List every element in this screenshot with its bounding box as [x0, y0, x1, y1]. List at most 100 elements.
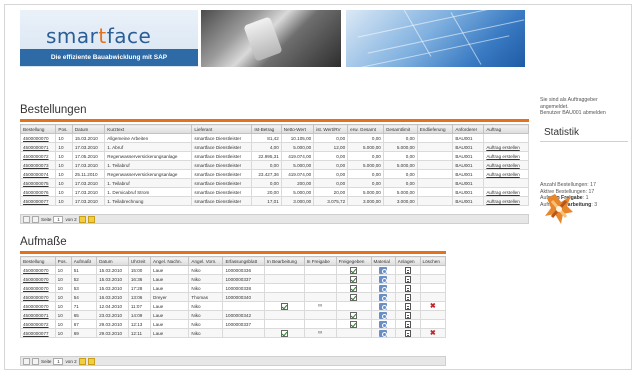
first-page-button[interactable] [23, 357, 30, 365]
column-header[interactable]: Material [370, 256, 396, 266]
column-header[interactable]: Angel. Vorn. [188, 256, 224, 266]
table-cell: 12.04.2010 [96, 301, 129, 311]
material-view-icon[interactable] [379, 293, 388, 301]
prev-page-button[interactable] [32, 215, 39, 223]
material-view-icon[interactable] [379, 266, 388, 274]
delete-x-icon[interactable]: ✖ [430, 330, 436, 337]
column-header[interactable]: Datum [71, 124, 106, 134]
approved-check-icon[interactable] [350, 275, 358, 283]
order-number-link[interactable]: 4500000070 [20, 301, 56, 311]
column-header[interactable]: In Bearbeitung [264, 256, 305, 266]
last-page-button[interactable] [87, 215, 95, 223]
table-cell: 0,00 [313, 133, 349, 143]
order-number-link[interactable]: 4500000075 [19, 178, 57, 188]
attachment-document-icon[interactable] [404, 311, 411, 319]
approved-check-icon[interactable] [350, 320, 358, 328]
delete-x-icon[interactable]: ✖ [430, 303, 436, 310]
attachment-document-icon[interactable] [404, 329, 411, 337]
attachment-document-icon[interactable] [404, 293, 411, 301]
column-header[interactable]: In Freigabe [303, 256, 337, 266]
material-view-icon[interactable] [379, 275, 388, 283]
column-header[interactable]: Kurztext [104, 124, 193, 134]
column-header[interactable]: Ist-Betrag [251, 124, 282, 134]
create-order-link[interactable]: Auftrag erstellen [483, 142, 529, 152]
order-number-link[interactable]: 4500000076 [19, 187, 57, 197]
create-order-link[interactable]: Auftrag erstellen [483, 187, 529, 197]
material-view-icon[interactable] [379, 329, 388, 337]
order-number-link[interactable]: 4500000072 [19, 151, 57, 161]
table-cell: 20,00 [251, 187, 282, 197]
link-chain-icon[interactable]: ∞ [318, 303, 322, 309]
order-number-link[interactable]: 4500000071 [19, 142, 57, 152]
create-order-link[interactable]: Auftrag erstellen [483, 160, 529, 170]
table-cell: 10 [55, 133, 73, 143]
attachment-document-icon[interactable] [404, 320, 411, 328]
column-header[interactable]: Erfassungsblatt [222, 256, 266, 266]
column-header[interactable]: Pos. [55, 124, 73, 134]
column-header[interactable]: Auftrag [483, 124, 529, 134]
page-input[interactable]: 1 [53, 357, 64, 365]
table-cell: 1. Teilabrechnung [104, 196, 193, 206]
table-cell: 0,00 [313, 151, 349, 161]
order-number-link[interactable]: 4500000070 [20, 274, 56, 284]
column-header[interactable]: ist. Wert/RV [313, 124, 349, 134]
approved-check-icon[interactable] [350, 284, 358, 292]
smartface-logo[interactable]: smartface Die effiziente Bauabwicklung m… [20, 10, 198, 67]
approved-check-icon[interactable] [350, 293, 358, 301]
column-header[interactable]: Bestellung [20, 256, 56, 266]
column-header[interactable]: Uhrzeit [127, 256, 152, 266]
next-page-button[interactable] [78, 357, 86, 365]
order-number-link[interactable]: 4500000071 [20, 310, 56, 320]
order-number-link[interactable]: 4500000073 [19, 160, 57, 170]
material-view-icon[interactable] [379, 302, 388, 310]
attachment-document-icon[interactable] [404, 275, 411, 283]
column-header[interactable]: Anforderer [452, 124, 485, 134]
table-cell: Niko [188, 301, 224, 311]
create-order-link[interactable]: Auftrag erstellen [483, 151, 529, 161]
create-order-link[interactable]: Auftrag erstellen [483, 196, 529, 206]
column-header[interactable]: Lieferant [191, 124, 253, 134]
column-header[interactable]: erw. Gesamt [347, 124, 384, 134]
last-page-button[interactable] [87, 357, 95, 365]
column-header[interactable]: Pos. [54, 256, 72, 266]
attachment-document-icon[interactable] [404, 302, 411, 310]
order-number-link[interactable]: 4500000077 [19, 196, 57, 206]
column-header[interactable]: Freigegeben [335, 256, 372, 266]
attachment-document-icon[interactable] [404, 284, 411, 292]
order-number-link[interactable]: 4500000077 [20, 328, 56, 338]
order-number-link[interactable]: 4500000070 [20, 283, 56, 293]
column-header[interactable]: Löschen [419, 256, 447, 266]
first-page-button[interactable] [23, 215, 30, 223]
column-header[interactable]: AufmaßI [70, 256, 98, 266]
column-header[interactable]: Angel. Nachn. [150, 256, 190, 266]
order-number-link[interactable]: 4500000070 [20, 292, 56, 302]
column-header[interactable]: Bestellung [19, 124, 57, 134]
edit-check-icon[interactable] [280, 329, 288, 337]
column-header[interactable]: Netto-Wert [280, 124, 315, 134]
material-view-icon[interactable] [379, 284, 388, 292]
link-chain-icon[interactable]: ∞ [318, 330, 322, 336]
material-view-icon[interactable] [379, 311, 388, 319]
column-header[interactable]: Endlieferung [416, 124, 454, 134]
table-cell: smartface Dienstleister [191, 151, 253, 161]
column-header[interactable]: Anlagen [394, 256, 421, 266]
approved-check-icon[interactable] [350, 311, 358, 319]
create-order-link[interactable]: Auftrag erstellen [483, 169, 529, 179]
page-input[interactable]: 1 [53, 215, 64, 223]
table-row: 4500000077 10 17.03.2010 1. Teilabrechnung s… [19, 196, 529, 206]
next-page-button[interactable] [78, 215, 86, 223]
edit-check-icon[interactable] [280, 302, 288, 310]
order-number-link[interactable]: 4500000070 [20, 265, 56, 275]
column-header[interactable]: Datum [96, 256, 129, 266]
prev-page-button[interactable] [32, 357, 39, 365]
attachment-document-icon[interactable] [404, 266, 411, 274]
order-number-link[interactable]: 4500000070 [19, 133, 57, 143]
logout-link[interactable]: Benutzer BAU001 abmelden [540, 110, 630, 117]
table-cell: BAU001 [452, 142, 485, 152]
material-view-icon[interactable] [379, 320, 388, 328]
table-cell: 0,00 [251, 178, 282, 188]
order-number-link[interactable]: 4500000072 [20, 319, 56, 329]
approved-check-icon[interactable] [350, 266, 358, 274]
order-number-link[interactable]: 4500000074 [19, 169, 57, 179]
column-header[interactable]: Gesamtlimit [382, 124, 418, 134]
